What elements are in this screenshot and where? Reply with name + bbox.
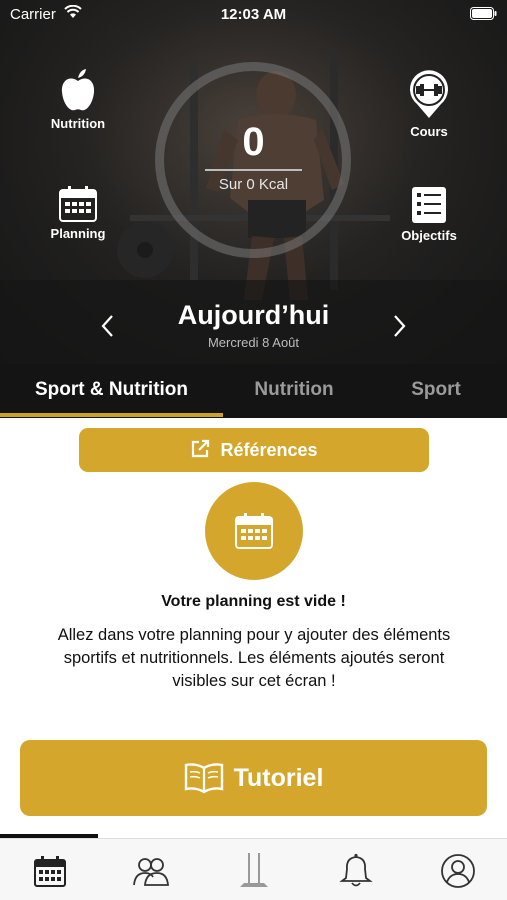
tutorial-button[interactable]: Tutoriel: [20, 740, 487, 816]
nutrition-button[interactable]: Nutrition: [33, 68, 123, 131]
empty-state-description: Allez dans votre planning pour y ajouter…: [57, 626, 451, 690]
objectifs-button[interactable]: Objectifs: [384, 186, 474, 243]
dumbbell-pin-icon: [410, 70, 448, 118]
status-bar: Carrier 12:03 AM: [0, 0, 507, 30]
calorie-divider: [205, 169, 302, 171]
nutrition-label: Nutrition: [50, 116, 106, 131]
cours-label: Cours: [410, 124, 448, 139]
planning-label: Planning: [50, 226, 106, 241]
date-title: Aujourd’hui: [177, 300, 330, 330]
bottom-tab-bar: [0, 838, 507, 900]
external-link-icon: [192, 439, 210, 458]
hero-header: Carrier 12:03 AM 0 Sur 0 Kcal Nutrition: [0, 0, 507, 364]
tutorial-label: Tutoriel: [233, 764, 324, 792]
date-subtitle: Mercredi 8 Août: [207, 335, 300, 350]
segment-tabs: Sport & Nutrition Nutrition Sport: [0, 364, 507, 418]
calendar-icon[interactable]: [30, 851, 70, 891]
calendar-icon: [235, 513, 273, 549]
tab-sport-nutrition[interactable]: Sport & Nutrition: [0, 364, 223, 418]
cours-button[interactable]: Cours: [384, 70, 474, 139]
planning-button[interactable]: Planning: [33, 186, 123, 241]
tab-nutrition[interactable]: Nutrition: [223, 364, 365, 418]
profile-icon[interactable]: [438, 851, 478, 891]
gym-icon[interactable]: [234, 851, 274, 891]
tab-sport[interactable]: Sport: [365, 364, 507, 418]
battery-icon: [470, 7, 497, 20]
apple-icon: [61, 69, 95, 111]
empty-calendar-badge: [205, 482, 303, 580]
next-day-chevron-icon[interactable]: [389, 312, 409, 340]
references-button[interactable]: Références: [79, 428, 429, 472]
objectifs-label: Objectifs: [401, 228, 457, 243]
checklist-icon: [412, 187, 446, 223]
active-tab-indicator: [0, 413, 223, 417]
empty-state-title: Votre planning est vide !: [161, 593, 346, 610]
open-book-icon: [184, 763, 223, 794]
clock: 12:03 AM: [220, 6, 287, 23]
bell-icon[interactable]: [336, 851, 376, 891]
group-icon[interactable]: [131, 851, 171, 891]
calendar-icon: [59, 186, 97, 222]
references-label: Références: [220, 440, 318, 460]
